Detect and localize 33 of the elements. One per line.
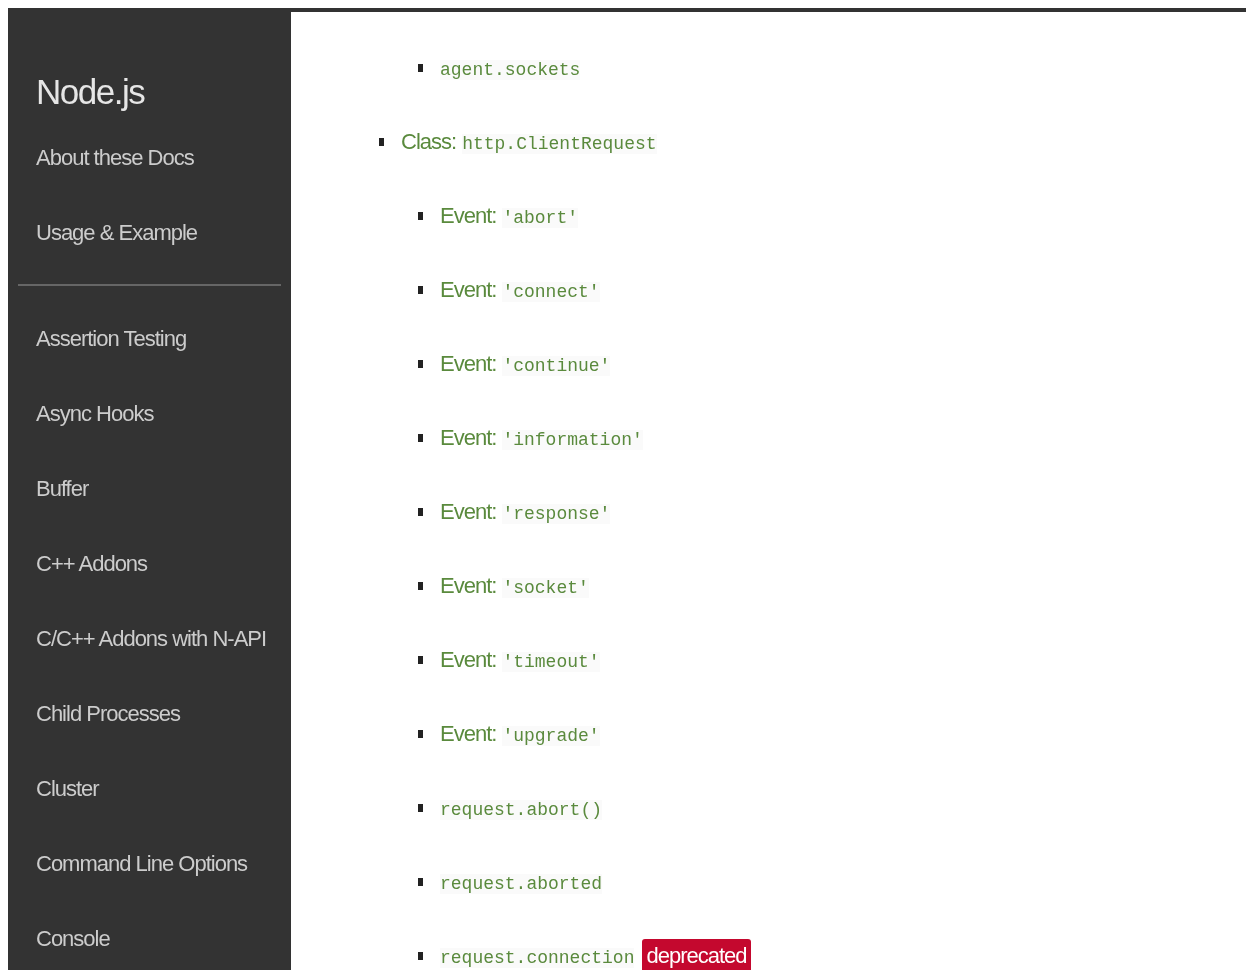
bullet-icon [418,656,423,664]
bullet-icon [379,138,384,146]
site-title[interactable]: Node.js [36,64,145,120]
bullet-icon [418,582,423,590]
sidebar-link[interactable]: Buffer [36,475,89,502]
sidebar-link[interactable]: Console [36,925,110,952]
toc-link[interactable]: Event: 'connect' [440,277,600,303]
bullet-icon [418,286,423,294]
toc-link[interactable]: Event: 'timeout' [440,647,600,673]
bullet-icon [418,804,423,812]
bullet-icon [418,878,423,886]
toc-link[interactable]: Event: 'socket' [440,573,589,599]
sidebar-link[interactable]: C++ Addons [36,550,148,577]
sidebar-link[interactable]: Command Line Options [36,850,248,877]
toc-link[interactable]: Event: 'continue' [440,351,611,377]
deprecated-badge: deprecated [642,939,751,970]
bullet-icon [418,508,423,516]
bullet-icon [418,730,423,738]
sidebar-link[interactable]: About these Docs [36,144,194,171]
sidebar-link[interactable]: Async Hooks [36,400,154,427]
sidebar-link[interactable]: Cluster [36,775,99,802]
toc-link[interactable]: Event: 'upgrade' [440,721,600,747]
bullet-icon [418,434,423,442]
sidebar-link[interactable]: C/C++ Addons with N-API [36,625,267,652]
bullet-icon [418,212,423,220]
sidebar-link[interactable]: Usage & Example [36,219,198,246]
sidebar-link[interactable]: Assertion Testing [36,325,187,352]
bullet-icon [418,360,423,368]
bullet-icon [418,952,423,960]
toc-link[interactable]: Event: 'abort' [440,203,578,229]
toc-link[interactable]: Event: 'response' [440,499,611,525]
sidebar-link[interactable]: Child Processes [36,700,180,727]
bullet-icon [418,64,423,72]
